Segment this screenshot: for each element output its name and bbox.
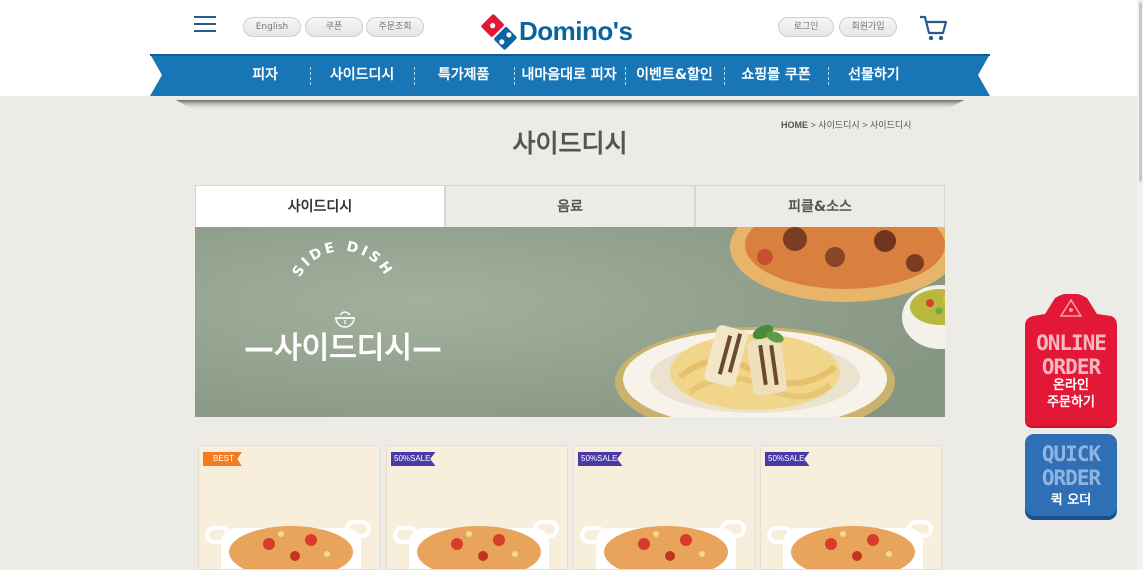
product-card[interactable]: 50%SALE	[573, 445, 755, 570]
product-grid: BEST 50%SALE 50%SALE 50%SALE	[198, 445, 943, 570]
tab-drinks[interactable]: 음료	[445, 185, 695, 227]
banner-title: —사이드디시—	[244, 323, 442, 367]
breadcrumb-separator: >	[862, 120, 868, 130]
quick-order-big-2: ORDER	[1041, 466, 1101, 490]
nav-shadow	[176, 100, 964, 110]
nav-item-gift[interactable]: 선물하기	[827, 54, 920, 96]
page-title: 사이드디시	[512, 129, 628, 158]
logo-wordmark: Domino's	[519, 16, 633, 46]
online-order-small-1: 온라인	[1053, 378, 1089, 393]
quick-order-big-1: QUICK	[1041, 442, 1101, 466]
breadcrumb-level2: 사이드디시	[870, 120, 912, 130]
nav-item-pizza[interactable]: 피자	[220, 54, 310, 96]
quick-order-small: 퀵 오더	[1050, 493, 1092, 508]
login-link[interactable]: 로그인	[778, 17, 834, 37]
quick-order-button[interactable]: QUICK ORDER 퀵 오더	[1025, 434, 1117, 520]
dominos-logo[interactable]: Domino's	[477, 10, 667, 54]
gratin-dish-image	[205, 520, 371, 569]
product-card[interactable]: 50%SALE	[386, 445, 568, 570]
category-tabs: 사이드디시 음료 피클&소스	[195, 185, 945, 227]
gratin-dish-image	[767, 520, 933, 569]
online-order-big-2: ORDER	[1041, 355, 1101, 379]
banner-main-text: —사이드디시—	[244, 331, 442, 366]
nav-item-special-deal[interactable]: 특가제품	[413, 54, 514, 96]
english-link[interactable]: English	[243, 17, 301, 37]
nav-item-side-dish[interactable]: 사이드디시	[310, 54, 414, 96]
order-lookup-link[interactable]: 주문조회	[366, 17, 424, 37]
gratin-dish-image	[580, 520, 746, 569]
nav-item-my-pizza[interactable]: 내마음대로 피자	[513, 54, 625, 96]
online-order-button[interactable]: ONLINE ORDER 온라인 주문하기	[1025, 294, 1117, 430]
tab-side-dish[interactable]: 사이드디시	[195, 185, 445, 227]
coupon-link[interactable]: 쿠폰	[305, 17, 363, 37]
scrollbar-thumb[interactable]	[1139, 2, 1142, 182]
product-card[interactable]: BEST	[198, 445, 380, 570]
breadcrumb-home[interactable]: HOME	[781, 120, 808, 130]
gratin-dish-image	[393, 520, 559, 569]
tab-pickle-sauce[interactable]: 피클&소스	[695, 185, 945, 227]
online-order-small-2: 주문하기	[1047, 395, 1095, 410]
banner-illustration: SIDE DISH	[195, 227, 945, 417]
main-nav: 피자 사이드디시 특가제품 내마음대로 피자 이벤트&할인 쇼핑몰 쿠폰 선물하…	[150, 54, 990, 96]
breadcrumb: HOME > 사이드디시 > 사이드디시	[781, 118, 911, 131]
breadcrumb-separator: >	[810, 120, 816, 130]
online-order-big-1: ONLINE	[1036, 331, 1107, 355]
domino-tile-icon	[479, 12, 519, 52]
signup-link[interactable]: 회원가입	[839, 17, 897, 37]
breadcrumb-level1[interactable]: 사이드디시	[818, 120, 859, 130]
category-banner: SIDE DISH	[195, 227, 945, 417]
menu-icon[interactable]	[194, 16, 216, 34]
cart-icon[interactable]	[918, 14, 948, 42]
product-card[interactable]: 50%SALE	[760, 445, 942, 570]
nav-item-events[interactable]: 이벤트&할인	[624, 54, 725, 96]
nav-item-mall-coupon[interactable]: 쇼핑몰 쿠폰	[724, 54, 828, 96]
